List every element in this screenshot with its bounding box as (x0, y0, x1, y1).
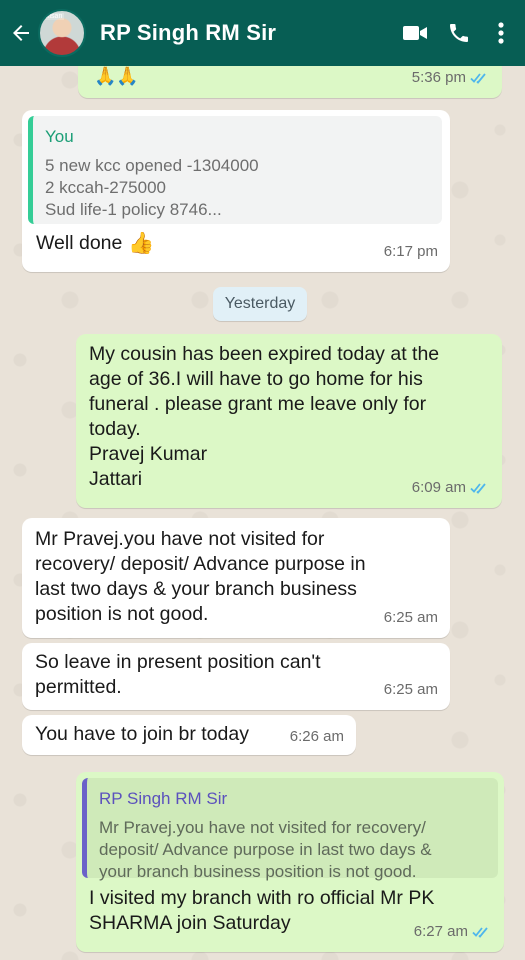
message-outgoing[interactable]: RP Singh RM Sir Mr Pravej.you have not v… (76, 772, 504, 952)
message-time: 5:36 pm (412, 65, 490, 90)
double-check-icon (472, 926, 488, 938)
message-time: 6:17 pm (384, 239, 438, 264)
message-text: You have to join br today (35, 723, 249, 745)
message-incoming[interactable]: You have to join br today 6:26 am (22, 715, 356, 755)
message-text: Mr Pravej.you have not visited for recov… (35, 528, 366, 625)
quote-text: 5 new kcc opened -1304000 2 kccah-275000… (45, 156, 259, 219)
quote-text: Mr Pravej.you have not visited for recov… (99, 818, 432, 881)
quoted-message[interactable]: RP Singh RM Sir Mr Pravej.you have not v… (82, 778, 498, 881)
arrow-left-icon (13, 25, 29, 41)
timestamp: 5:36 pm (411, 69, 466, 86)
phone-icon (450, 24, 468, 42)
double-check-icon (470, 482, 486, 494)
quote-author: You (45, 127, 74, 146)
thumbs-up-emoji: 👍 (128, 232, 155, 255)
date-separator: Yesterday (213, 287, 307, 321)
timestamp: 6:26 am (289, 728, 344, 745)
message-time: 6:25 am (384, 605, 438, 630)
message-incoming[interactable]: You 5 new kcc opened -1304000 2 kccah-27… (22, 110, 450, 272)
timestamp: 6:27 am (413, 923, 468, 940)
message-time: 6:25 am (384, 677, 438, 702)
quoted-message[interactable]: You 5 new kcc opened -1304000 2 kccah-27… (28, 116, 442, 224)
message-incoming[interactable]: So leave in present position can't permi… (22, 643, 450, 710)
avatar[interactable]: kisan (38, 9, 86, 57)
timestamp: 6:09 am (411, 479, 466, 496)
contact-name[interactable]: RP Singh RM Sir (100, 20, 393, 46)
more-options-button[interactable] (481, 0, 521, 66)
video-call-button[interactable] (393, 0, 437, 66)
message-text: My cousin has been expired today at the … (89, 343, 440, 490)
voice-call-button[interactable] (437, 0, 481, 66)
message-incoming[interactable]: Mr Pravej.you have not visited for recov… (22, 518, 450, 638)
chat-header: kisan RP Singh RM Sir (0, 0, 525, 66)
message-body: Well done 👍 (36, 231, 155, 256)
message-time: 6:27 am (414, 919, 492, 944)
message-time: 6:09 am (412, 475, 490, 500)
message-text: Well done (36, 232, 123, 254)
double-check-icon (470, 72, 486, 84)
message-emoji: 🙏🙏 (94, 66, 139, 86)
avatar-tag: kisan (44, 13, 65, 20)
timestamp: 6:17 pm (383, 243, 438, 260)
quote-author: RP Singh RM Sir (99, 789, 228, 808)
timestamp: 6:25 am (383, 681, 438, 698)
more-vertical-icon (498, 22, 504, 44)
message-time: 6:26 am (290, 724, 344, 749)
message-outgoing[interactable]: My cousin has been expired today at the … (76, 334, 502, 508)
video-camera-icon (403, 26, 427, 40)
timestamp: 6:25 am (383, 609, 438, 626)
back-button[interactable] (4, 0, 38, 66)
message-text: So leave in present position can't permi… (35, 651, 321, 698)
